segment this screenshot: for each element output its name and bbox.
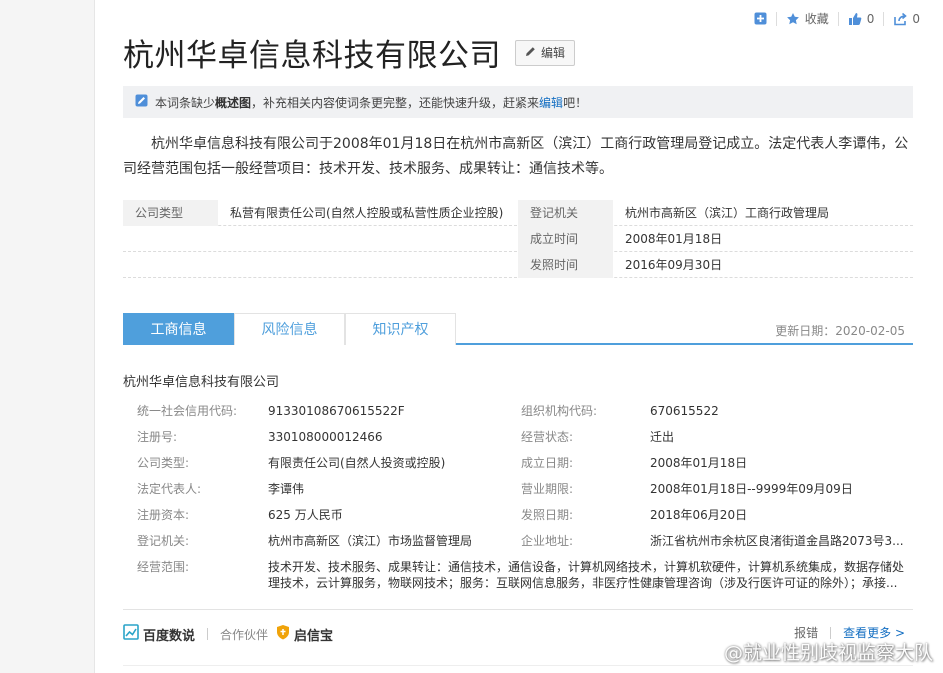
basic-info-table: 公司类型 私营有限责任公司(自然人控股或私营性质企业控股) 登记机关 杭州市高新… (123, 200, 913, 278)
page-title: 杭州华卓信息科技有限公司 (123, 38, 501, 74)
edit-note-icon (135, 94, 148, 110)
chart-logo-icon (123, 624, 139, 644)
share-count: 0 (912, 11, 920, 26)
scope-value: 技术开发、技术服务、成果转让：通信技术，通信设备，计算机网络技术，计算机软硬件，… (268, 560, 905, 590)
footer-divider (207, 628, 209, 640)
share-icon (893, 12, 908, 26)
shield-logo-icon (276, 624, 290, 644)
notice-edit-link[interactable]: 编辑 (539, 94, 563, 111)
business-info-row: 法定代表人: 李谭伟 营业期限: 2008年01月18日--9999年09月09… (123, 476, 913, 502)
info-value: 2008年01月18日 (650, 456, 748, 470)
pencil-icon (525, 46, 536, 60)
basic-info-row: 发照时间 2016年09月30日 (123, 252, 913, 278)
info-label: 营业期限: (521, 482, 574, 496)
basic-info-row: 成立时间 2008年01月18日 (123, 226, 913, 252)
info-value: 李谭伟 (268, 482, 305, 496)
info-label: 注册资本: (137, 508, 190, 522)
weibo-watermark: @就业性别歧视监察大队 (694, 638, 933, 665)
edit-button[interactable]: 编辑 (515, 39, 576, 66)
business-info-row: 统一社会信用代码: 91330108670615522F 组织机构代码: 670… (123, 398, 913, 424)
info-value: 浙江省杭州市余杭区良渚街道金昌路2073号3... (650, 534, 904, 548)
like-button[interactable]: 0 (839, 12, 884, 26)
info-label: 企业地址: (521, 534, 574, 548)
notice-prefix: 本词条缺少 (155, 95, 216, 110)
title-row: 杭州华卓信息科技有限公司 编辑 (123, 30, 576, 75)
like-count: 0 (866, 11, 875, 26)
edit-label: 编辑 (541, 46, 566, 60)
info-value: 91330108670615522F (268, 404, 405, 418)
business-info-grid: 统一社会信用代码: 91330108670615522F 组织机构代码: 670… (123, 398, 913, 594)
business-scope-row: 经营范围: 技术开发、技术服务、成果转让：通信技术，通信设备，计算机网络技术，计… (123, 554, 913, 594)
scope-label: 经营范围: (137, 560, 190, 574)
info-label: 组织机构代码: (521, 404, 598, 418)
footer-divider (830, 626, 832, 639)
left-gutter (0, 0, 95, 673)
reg-authority-label: 登记机关 (518, 200, 613, 226)
info-tabs: 工商信息 风险信息 知识产权 更新日期：2020-02-05 (123, 313, 913, 345)
reg-authority-value: 杭州市高新区（滨江）工商行政管理局 (625, 206, 830, 220)
star-icon (786, 12, 800, 26)
notice-suffix: 吧！ (563, 95, 588, 110)
license-value: 2016年09月30日 (625, 258, 723, 272)
company-type-label: 公司类型 (123, 200, 218, 226)
info-value: 迁出 (650, 430, 675, 444)
info-value: 2008年01月18日--9999年09月09日 (650, 482, 853, 496)
info-value: 670615522 (650, 404, 719, 418)
info-label: 统一社会信用代码: (137, 404, 238, 418)
missing-image-notice: 本词条缺少 概述图 ，补充相关内容使词条更完整，还能快速升级，赶紧来 编辑 吧！ (123, 86, 913, 118)
info-label: 注册号: (137, 430, 178, 444)
add-button[interactable] (745, 12, 776, 25)
info-value: 625 万人民币 (268, 508, 343, 522)
watermark-text: @就业性别歧视监察大队 (723, 642, 933, 664)
favorite-label: 收藏 (804, 12, 829, 26)
tab-business-info[interactable]: 工商信息 (123, 313, 234, 345)
info-label: 发照日期: (521, 508, 574, 522)
weibo-icon (694, 639, 718, 664)
license-label: 发照时间 (518, 252, 613, 278)
info-label: 公司类型: (137, 456, 190, 470)
favorite-button[interactable]: 收藏 (777, 10, 838, 27)
partner-name: 启信宝 (294, 628, 334, 644)
business-info-row: 注册号: 330108000012466 经营状态: 迁出 (123, 424, 913, 450)
share-button[interactable]: 0 (884, 12, 929, 26)
thumbs-up-icon (848, 12, 862, 26)
info-value: 330108000012466 (268, 430, 383, 444)
info-label: 成立日期: (521, 456, 574, 470)
source-attribution: 百度数说 合作伙伴 启信宝 (123, 624, 333, 644)
partner-label: 合作伙伴 (220, 627, 269, 642)
tab-intellectual-property[interactable]: 知识产权 (345, 313, 456, 345)
established-label: 成立时间 (518, 226, 613, 252)
established-value: 2008年01月18日 (625, 232, 723, 246)
notice-middle: ，补充相关内容使词条更完整，还能快速升级，赶紧来 (251, 95, 540, 110)
entry-toolbar: 收藏 0 0 (745, 10, 929, 27)
tab-risk-info[interactable]: 风险信息 (234, 313, 345, 345)
info-label: 法定代表人: (137, 482, 202, 496)
info-label: 登记机关: (137, 534, 190, 548)
qixinbao-logo: 启信宝 (276, 624, 333, 644)
info-value: 有限责任公司(自然人投资或控股) (268, 456, 446, 470)
business-info-row: 登记机关: 杭州市高新区（滨江）市场监督管理局 企业地址: 浙江省杭州市余杭区良… (123, 528, 913, 554)
info-value: 2018年06月20日 (650, 508, 748, 522)
entry-page: 收藏 0 0 杭州华卓信息科技有限公司 编辑 本词条缺少 概述图 ，补充相关内容使词… (95, 0, 943, 673)
company-name-heading: 杭州华卓信息科技有限公司 (123, 375, 280, 390)
company-type-value: 私营有限责任公司(自然人控股或私营性质企业控股) (230, 206, 504, 220)
info-value: 杭州市高新区（滨江）市场监督管理局 (268, 534, 473, 548)
info-label: 经营状态: (521, 430, 574, 444)
notice-bold: 概述图 (215, 95, 252, 110)
bottom-divider (123, 665, 913, 666)
intro-paragraph: 杭州华卓信息科技有限公司于2008年01月18日在杭州市高新区（滨江）工商行政管… (123, 136, 909, 177)
update-date: 更新日期：2020-02-05 (775, 324, 905, 338)
plus-square-icon (754, 12, 767, 25)
brand-name: 百度数说 (143, 628, 196, 644)
basic-info-row: 公司类型 私营有限责任公司(自然人控股或私营性质企业控股) 登记机关 杭州市高新… (123, 200, 913, 226)
business-info-row: 注册资本: 625 万人民币 发照日期: 2018年06月20日 (123, 502, 913, 528)
business-info-row: 公司类型: 有限责任公司(自然人投资或控股) 成立日期: 2008年01月18日 (123, 450, 913, 476)
baidu-shushuo-logo: 百度数说 (123, 624, 195, 644)
